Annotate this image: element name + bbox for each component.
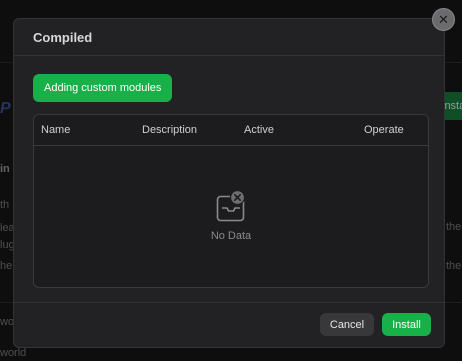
close-icon[interactable]: ✕ xyxy=(432,8,455,31)
column-header-name: Name xyxy=(41,124,71,136)
modules-table: Name Description Active Operate No Data xyxy=(33,114,429,288)
dialog-footer: Cancel Install xyxy=(14,302,444,347)
column-header-active: Active xyxy=(244,124,274,136)
empty-text: No Data xyxy=(210,230,252,242)
empty-inbox-icon xyxy=(216,189,246,222)
cancel-button[interactable]: Cancel xyxy=(320,313,374,336)
install-button[interactable]: Install xyxy=(382,313,431,336)
empty-state: No Data xyxy=(34,189,428,242)
column-header-description: Description xyxy=(142,124,198,136)
add-custom-modules-button[interactable]: Adding custom modules xyxy=(33,74,173,102)
column-header-operate: Operate xyxy=(364,124,404,136)
table-header: Name Description Active Operate xyxy=(34,115,428,146)
dialog-title: Compiled xyxy=(33,29,93,45)
dialog-header: Compiled xyxy=(14,19,444,56)
compiled-dialog: Compiled Adding custom modules Name Desc… xyxy=(13,18,445,348)
